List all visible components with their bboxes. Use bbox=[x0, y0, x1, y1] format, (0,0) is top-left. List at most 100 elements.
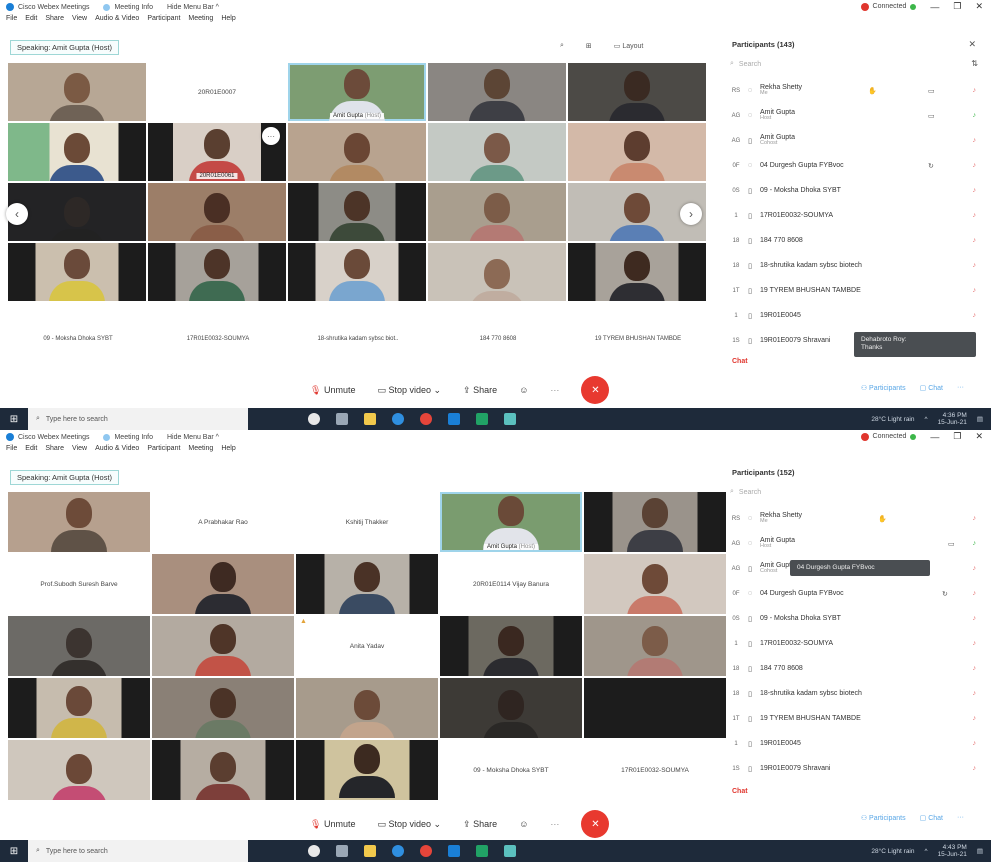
participant-row[interactable]: 1T ▯ 19 TYREM BHUSHAN TAMBDE ♪ bbox=[728, 278, 982, 303]
windows-start-icon[interactable]: ⊞ bbox=[0, 840, 28, 862]
menu-edit[interactable]: Edit bbox=[25, 445, 37, 457]
more-options-button[interactable]: ··· bbox=[550, 819, 559, 829]
video-tile[interactable] bbox=[584, 678, 726, 738]
menu-share[interactable]: Share bbox=[45, 445, 64, 457]
edge-browser-icon[interactable] bbox=[392, 413, 404, 425]
tab-chat[interactable]: ▢ Chat bbox=[920, 814, 943, 822]
close-button[interactable]: ✕ bbox=[975, 1, 983, 12]
share-button[interactable]: ⇪ Share bbox=[463, 819, 497, 830]
sort-icon[interactable]: ⇅ bbox=[971, 59, 978, 68]
participant-row[interactable]: 18 ▯ 184 770 8608 ♪ bbox=[728, 656, 982, 681]
maximize-button[interactable]: ❐ bbox=[953, 1, 961, 12]
video-tile-host[interactable]: Amit Gupta (Host) bbox=[440, 492, 582, 552]
video-tile[interactable] bbox=[8, 63, 146, 121]
participant-row[interactable]: AG ◌ Amit Gupta Host ▭ ♪ bbox=[728, 531, 982, 556]
menu-participant[interactable]: Participant bbox=[147, 15, 180, 27]
clock[interactable]: 4:43 PM 15-Jun-21 bbox=[938, 844, 967, 858]
video-tile-name-only[interactable]: 20R01E0114 Vijay Banura bbox=[440, 554, 582, 614]
excel-icon[interactable] bbox=[476, 413, 488, 425]
participant-row[interactable]: 1 ▯ 19R01E0045 ♪ bbox=[728, 303, 982, 328]
webex-app-icon[interactable] bbox=[448, 845, 460, 857]
video-tile[interactable] bbox=[152, 554, 294, 614]
taskbar-search[interactable]: ⌕ Type here to search bbox=[28, 840, 248, 862]
participant-name-label[interactable]: 18-shrutika kadam sybsc biot.. bbox=[288, 336, 428, 342]
menu-help[interactable]: Help bbox=[221, 445, 235, 457]
video-tile-name-only[interactable]: A Prabhakar Rao bbox=[152, 492, 294, 552]
video-tile[interactable] bbox=[428, 243, 566, 301]
video-tile[interactable] bbox=[428, 63, 566, 121]
menu-share[interactable]: Share bbox=[45, 15, 64, 27]
stop-video-button[interactable]: ▭ Stop video ⌄ bbox=[377, 385, 441, 396]
video-tile-host[interactable]: Amit Gupta (Host) bbox=[288, 63, 426, 121]
video-tile[interactable] bbox=[584, 554, 726, 614]
video-tile[interactable] bbox=[8, 740, 150, 800]
video-tile[interactable] bbox=[152, 678, 294, 738]
chevron-down-icon[interactable]: ⌄ bbox=[434, 385, 442, 395]
meeting-info-button[interactable]: Meeting Info bbox=[103, 3, 153, 11]
tab-participants[interactable]: ⚇ Participants bbox=[861, 814, 906, 822]
video-tile[interactable] bbox=[8, 243, 146, 301]
minimize-button[interactable]: — bbox=[930, 432, 939, 442]
reactions-icon[interactable]: ☺ bbox=[519, 385, 528, 395]
menu-meeting[interactable]: Meeting bbox=[188, 445, 213, 457]
participant-row[interactable]: 18 ▯ 18-shrutika kadam sybsc biotech ♪ bbox=[728, 681, 982, 706]
chat-label[interactable]: Chat bbox=[732, 358, 748, 365]
chevron-down-icon[interactable]: ⌄ bbox=[434, 819, 442, 829]
chrome-browser-icon[interactable] bbox=[420, 413, 432, 425]
tab-participants[interactable]: ⚇ Participants bbox=[861, 384, 906, 392]
unmute-button[interactable]: 🎙 Unmute bbox=[310, 385, 355, 396]
file-explorer-icon[interactable] bbox=[364, 845, 376, 857]
video-tile[interactable] bbox=[288, 123, 426, 181]
menu-help[interactable]: Help bbox=[221, 15, 235, 27]
cortana-icon[interactable] bbox=[308, 413, 320, 425]
video-tile[interactable] bbox=[8, 123, 146, 181]
menu-view[interactable]: View bbox=[72, 15, 87, 27]
participant-row[interactable]: 0F ◌ 04 Durgesh Gupta FYBvoc ↻ ♪ bbox=[728, 581, 982, 606]
video-tile[interactable] bbox=[440, 616, 582, 676]
more-options-button[interactable]: ··· bbox=[550, 385, 559, 395]
participant-row[interactable]: 0S ▯ 09 - Moksha Dhoka SYBT ♪ bbox=[728, 178, 982, 203]
cortana-icon[interactable] bbox=[308, 845, 320, 857]
chevron-left-icon[interactable]: ‹ bbox=[6, 203, 28, 225]
task-view-icon[interactable] bbox=[336, 845, 348, 857]
end-call-button[interactable]: ✕ bbox=[581, 376, 610, 404]
menu-edit[interactable]: Edit bbox=[25, 15, 37, 27]
webex-app-icon[interactable] bbox=[448, 413, 460, 425]
video-tile[interactable] bbox=[152, 616, 294, 676]
close-icon[interactable]: ✕ bbox=[968, 39, 976, 50]
more-options-icon[interactable]: ··· bbox=[262, 127, 280, 145]
tab-chat[interactable]: ▢ Chat bbox=[920, 384, 943, 392]
participant-row[interactable]: 1 ▯ 17R01E0032-SOUMYA ♪ bbox=[728, 203, 982, 228]
video-tile-name-only[interactable]: ▲ Anita Yadav bbox=[296, 616, 438, 676]
video-tile[interactable] bbox=[152, 740, 294, 800]
video-tile[interactable] bbox=[428, 123, 566, 181]
video-tile[interactable] bbox=[148, 243, 286, 301]
menu-meeting[interactable]: Meeting bbox=[188, 15, 213, 27]
menu-file[interactable]: File bbox=[6, 445, 17, 457]
chevron-up-icon[interactable]: ^ bbox=[925, 416, 928, 423]
notification-icon[interactable]: ▤ bbox=[977, 415, 983, 423]
participant-row[interactable]: 1S▯19R01E0079 Shravani♪ bbox=[728, 756, 982, 781]
participant-row[interactable]: 1 ▯ 17R01E0032-SOUMYA ♪ bbox=[728, 631, 982, 656]
participant-row[interactable]: 18 ▯ 18-shrutika kadam sybsc biotech ♪ bbox=[728, 253, 982, 278]
windows-start-icon[interactable]: ⊞ bbox=[0, 408, 28, 430]
video-tile-name-only[interactable]: 20R01E0007 bbox=[148, 63, 286, 121]
meeting-info-button[interactable]: Meeting Info bbox=[103, 433, 153, 441]
video-tile[interactable] bbox=[8, 183, 146, 241]
unmute-button[interactable]: 🎙 Unmute bbox=[310, 819, 355, 830]
video-tile[interactable] bbox=[440, 678, 582, 738]
weather-widget[interactable]: 28°C Light rain bbox=[871, 848, 914, 855]
participant-name-label[interactable]: 17R01E0032-SOUMYA bbox=[148, 336, 288, 342]
video-tile[interactable] bbox=[568, 123, 706, 181]
hide-menu-bar-button[interactable]: Hide Menu Bar ^ bbox=[167, 4, 219, 11]
notification-icon[interactable]: ▤ bbox=[977, 847, 983, 855]
chrome-browser-icon[interactable] bbox=[420, 845, 432, 857]
video-tile-name-only[interactable]: 09 - Moksha Dhoka SYBT bbox=[440, 740, 582, 800]
more-options-icon[interactable]: ··· bbox=[957, 814, 964, 822]
chat-notification-tooltip[interactable]: Dehabroto Roy: Thanks bbox=[854, 332, 976, 357]
video-tile[interactable] bbox=[8, 616, 150, 676]
close-button[interactable]: ✕ bbox=[975, 431, 983, 442]
video-tile[interactable] bbox=[288, 183, 426, 241]
reactions-icon[interactable]: ☺ bbox=[519, 819, 528, 829]
share-button[interactable]: ⇪ Share bbox=[463, 385, 497, 396]
